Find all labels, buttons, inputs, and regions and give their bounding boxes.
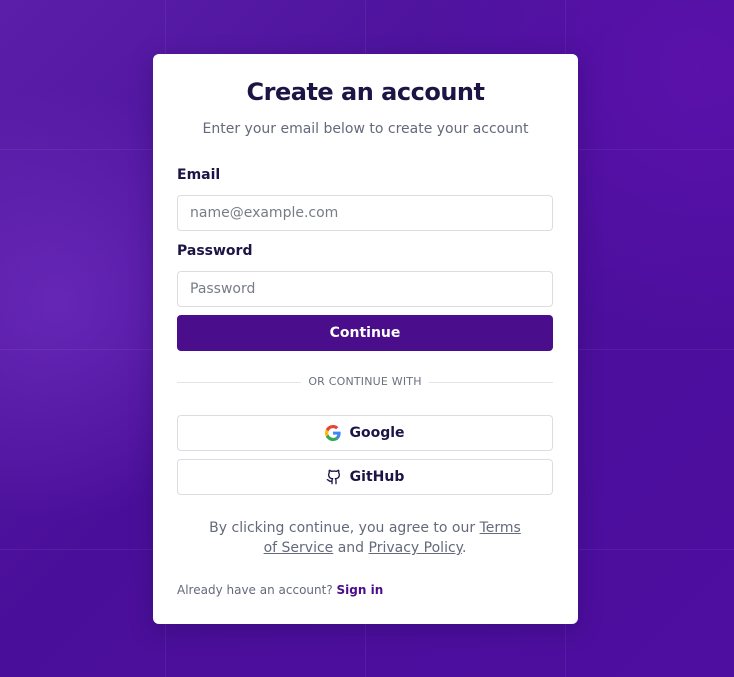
google-icon [325, 425, 342, 441]
signin-prompt-text: Already have an account? [177, 583, 337, 597]
terms-suffix: . [461, 540, 467, 556]
terms-notice: By clicking continue, you agree to our T… [201, 518, 529, 558]
github-signin-button[interactable]: GitHub [177, 459, 553, 495]
google-signin-button[interactable]: Google [177, 415, 553, 451]
email-field[interactable] [177, 195, 553, 231]
signin-link[interactable]: Sign in [337, 583, 384, 597]
password-field[interactable] [177, 271, 553, 307]
github-button-label: GitHub [349, 469, 405, 485]
signup-card: Create an account Enter your email below… [153, 54, 578, 624]
terms-middle: and [333, 540, 369, 556]
page-title: Create an account [246, 78, 485, 106]
password-label: Password [177, 243, 253, 259]
continue-button[interactable]: Continue [177, 315, 553, 351]
terms-prefix: By clicking continue, you agree to our [209, 520, 480, 536]
google-button-label: Google [349, 425, 405, 441]
signin-prompt: Already have an account? Sign in [177, 583, 383, 597]
github-icon [326, 469, 342, 485]
divider-line-right [429, 382, 553, 383]
page-subtitle: Enter your email below to create your ac… [202, 121, 529, 137]
email-label: Email [177, 167, 221, 183]
or-divider: OR CONTINUE WITH [177, 375, 553, 391]
privacy-policy-link[interactable]: Privacy Policy [369, 540, 462, 556]
